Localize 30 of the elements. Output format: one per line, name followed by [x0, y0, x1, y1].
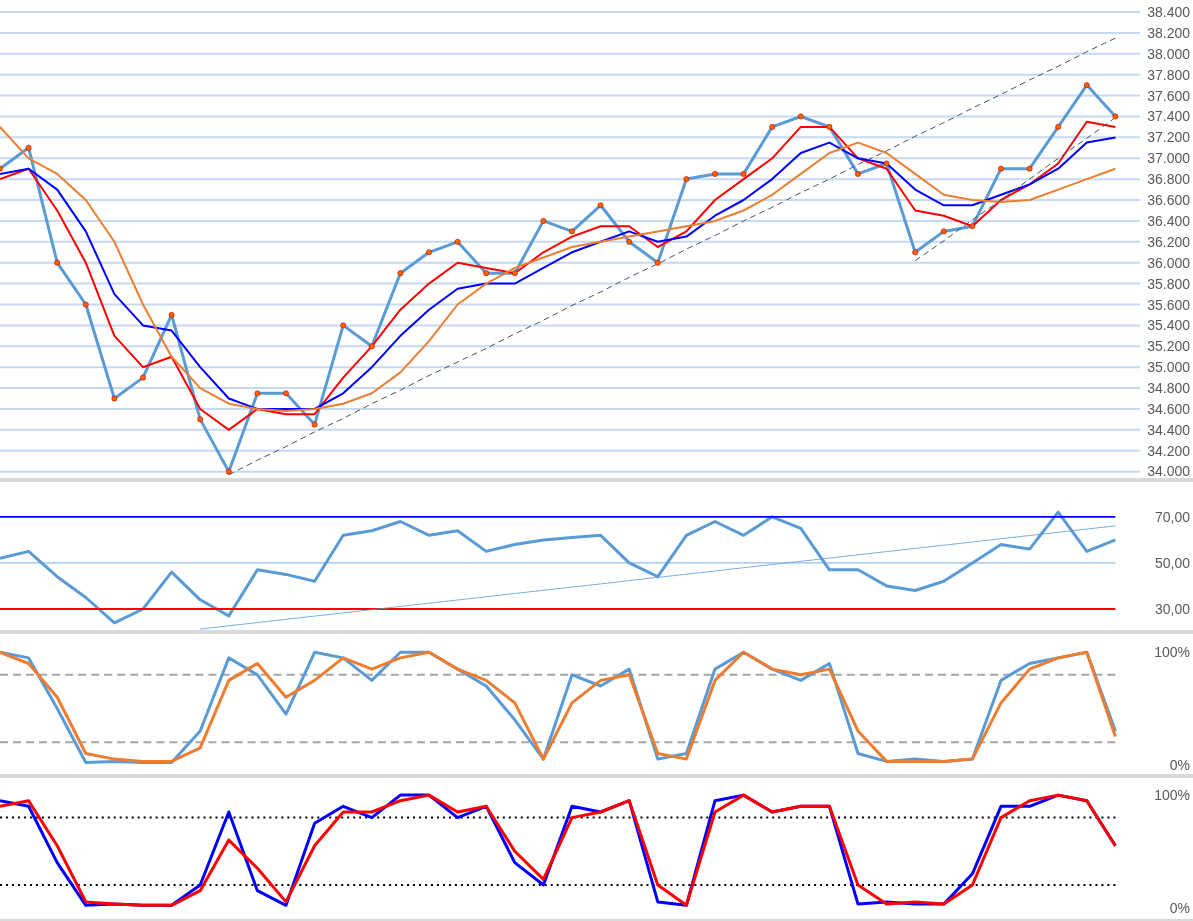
axis-label: 37.400 — [1147, 108, 1190, 125]
axis-label: 34.800 — [1147, 380, 1190, 397]
axis-label: 37.600 — [1147, 87, 1190, 104]
axis-label: 36.800 — [1147, 171, 1190, 188]
axis-label: 35.200 — [1147, 338, 1190, 355]
axis-label: 37.800 — [1147, 66, 1190, 83]
axis-label: 35.000 — [1147, 359, 1190, 376]
axis-label: 34.000 — [1147, 463, 1190, 479]
axis-label: 50,00 — [1154, 554, 1190, 571]
axis-label: 100% — [1154, 644, 1190, 661]
axis-label: 0% — [1169, 899, 1190, 916]
axis-label: 38.200 — [1147, 24, 1190, 41]
axis-label: 37.200 — [1147, 129, 1190, 146]
axis-label: 35.400 — [1147, 317, 1190, 334]
axis-label: 70,00 — [1154, 508, 1190, 525]
axis-label: 34.400 — [1147, 421, 1190, 438]
axis-label: 34.600 — [1147, 400, 1190, 417]
axis-label: 36.400 — [1147, 212, 1190, 229]
axis-label: 34.200 — [1147, 442, 1190, 459]
axis-label: 35.800 — [1147, 275, 1190, 292]
axis-label: 36.600 — [1147, 192, 1190, 209]
axis-label: 35.600 — [1147, 296, 1190, 313]
axis-label: 38.000 — [1147, 45, 1190, 62]
axis-label: 0% — [1169, 756, 1190, 773]
axis-label: 100% — [1154, 787, 1190, 804]
axis-label: 38.400 — [1147, 4, 1190, 20]
axis-label: 36.000 — [1147, 254, 1190, 271]
axis-label: 30,00 — [1154, 600, 1190, 617]
axis-label: 36.200 — [1147, 233, 1190, 250]
axis-label: 37.000 — [1147, 150, 1190, 167]
